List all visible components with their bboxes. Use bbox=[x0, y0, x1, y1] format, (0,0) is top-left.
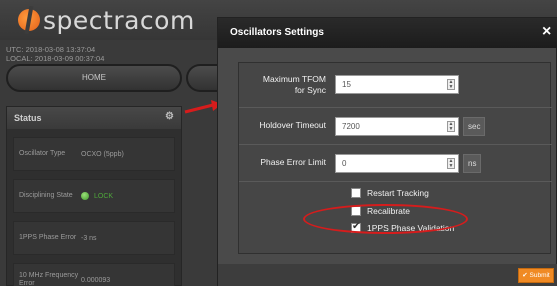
lock-status-icon bbox=[81, 192, 89, 200]
restart-tracking-label: Restart Tracking bbox=[367, 188, 429, 198]
status-row-disciplining-state: Disciplining State LOCK bbox=[13, 179, 175, 213]
status-value: 0.000093 bbox=[81, 276, 111, 284]
status-panel-header: Status ⚙ bbox=[7, 107, 181, 129]
status-row-oscillator-type: Oscillator Type OCXO (5ppb) bbox=[13, 137, 175, 171]
phase-error-unit: ns bbox=[463, 154, 482, 173]
dialog-title: Oscillators Settings bbox=[230, 27, 324, 38]
status-title: Status bbox=[14, 113, 42, 123]
max-tfom-value: 15 bbox=[342, 80, 351, 89]
spinner-icon[interactable]: ▲ ▼ bbox=[447, 79, 455, 90]
lock-status-text: LOCK bbox=[94, 192, 114, 200]
brand-logo: spectracom bbox=[18, 4, 195, 36]
holdover-timeout-label: Holdover Timeout bbox=[259, 120, 326, 130]
spinner-icon[interactable]: ▲ ▼ bbox=[447, 121, 455, 132]
submit-button[interactable]: ✔ Submit bbox=[518, 268, 554, 283]
status-value: LOCK bbox=[81, 192, 113, 200]
close-icon[interactable]: × bbox=[542, 24, 556, 40]
logo-icon bbox=[18, 9, 40, 31]
spinner-icon[interactable]: ▲ ▼ bbox=[447, 158, 455, 169]
status-row-1pps-phase-error: 1PPS Phase Error -3 ns bbox=[13, 221, 175, 255]
gear-icon[interactable]: ⚙ bbox=[165, 112, 175, 122]
utc-time: UTC: 2018-03-08 13:37:04 bbox=[6, 45, 96, 54]
status-value: OCXO (5ppb) bbox=[81, 150, 124, 158]
status-label: Disciplining State bbox=[19, 192, 73, 199]
local-time: LOCAL: 2018-03-09 00:37:04 bbox=[6, 54, 105, 63]
phase-error-limit-value: 0 bbox=[342, 159, 347, 168]
row-divider bbox=[239, 181, 552, 182]
phase-error-limit-label: Phase Error Limit bbox=[260, 157, 326, 167]
highlight-ellipse bbox=[303, 204, 468, 234]
restart-tracking-checkbox[interactable] bbox=[351, 188, 361, 198]
holdover-timeout-value: 7200 bbox=[342, 122, 360, 131]
dialog-header: Oscillators Settings × bbox=[218, 18, 557, 48]
brand-name: spectracom bbox=[43, 5, 195, 35]
holdover-timeout-row: Holdover Timeout 7200 ▲ ▼ sec bbox=[239, 108, 552, 144]
dialog-footer: ✔ Submit bbox=[218, 264, 557, 286]
oscillators-settings-dialog: Oscillators Settings × Maximum TFOM for … bbox=[217, 17, 557, 286]
status-label: 10 MHz Frequency Error bbox=[19, 272, 79, 286]
max-tfom-input[interactable]: 15 ▲ ▼ bbox=[335, 75, 459, 94]
holdover-unit: sec bbox=[463, 117, 486, 136]
phase-error-limit-input[interactable]: 0 ▲ ▼ bbox=[335, 154, 459, 173]
max-tfom-label: Maximum TFOM for Sync bbox=[262, 74, 326, 95]
holdover-timeout-input[interactable]: 7200 ▲ ▼ bbox=[335, 117, 459, 136]
restart-tracking-option[interactable]: Restart Tracking bbox=[351, 187, 429, 199]
status-row-10mhz-frequency-error: 10 MHz Frequency Error 0.000093 bbox=[13, 263, 175, 286]
time-display: UTC: 2018-03-08 13:37:04 LOCAL: 2018-03-… bbox=[6, 45, 104, 63]
nav-home-button[interactable]: HOME bbox=[6, 64, 182, 92]
max-tfom-row: Maximum TFOM for Sync 15 ▲ ▼ bbox=[239, 63, 552, 107]
status-panel: Status ⚙ Oscillator Type OCXO (5ppb) Dis… bbox=[6, 106, 182, 286]
status-label: 1PPS Phase Error bbox=[19, 234, 77, 241]
phase-error-limit-row: Phase Error Limit 0 ▲ ▼ ns bbox=[239, 145, 552, 181]
status-label: Oscillator Type bbox=[19, 150, 66, 157]
status-value: -3 ns bbox=[81, 234, 97, 242]
